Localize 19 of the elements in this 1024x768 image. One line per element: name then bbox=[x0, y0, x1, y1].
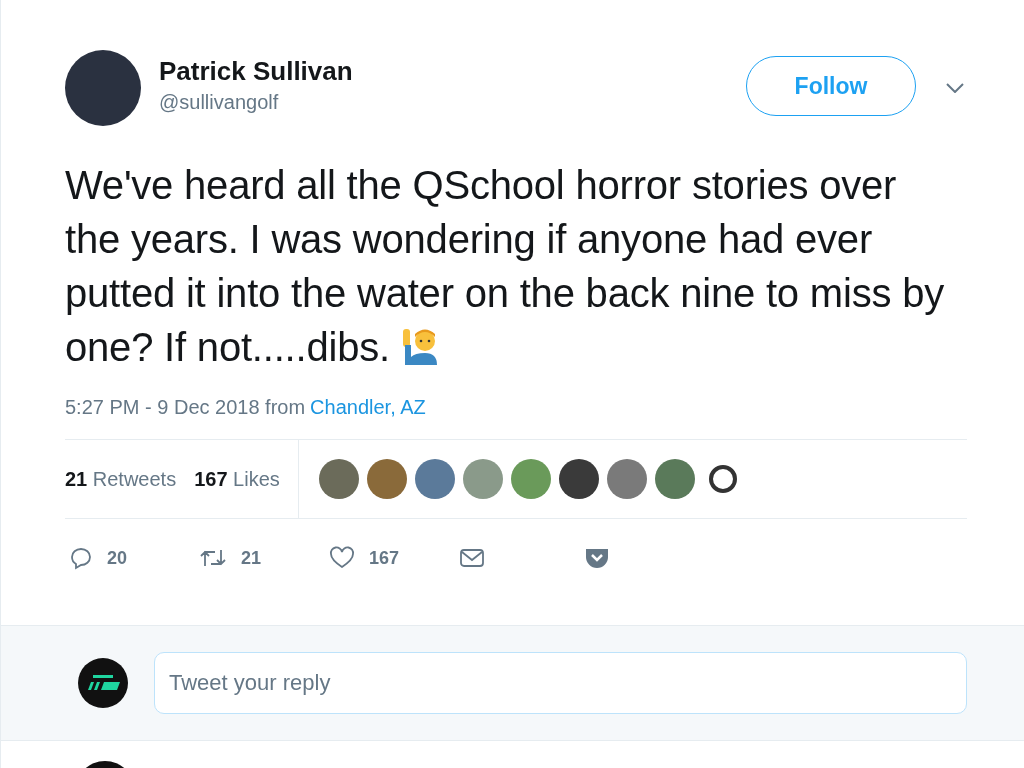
author-name[interactable]: Patrick Sullivan bbox=[159, 56, 746, 87]
speech-bubble-icon[interactable] bbox=[69, 546, 93, 570]
stat-link[interactable]: 167 Likes bbox=[194, 467, 280, 491]
tweet-text: We've heard all the QSchool horror stories over the years. I was wondering if anyone had ever putted it into the water on the back nine to miss by one? If not.....dibs. bbox=[65, 162, 945, 371]
author-handle[interactable]: @sullivangolf bbox=[159, 91, 746, 114]
action-count: 167 bbox=[369, 547, 400, 569]
reply-input-field[interactable]: Tweet your reply bbox=[154, 652, 967, 714]
chevron-down-icon[interactable] bbox=[946, 83, 964, 93]
liker-avatar-photo-placeholder[interactable] bbox=[708, 465, 737, 493]
liker-avatar-photo-placeholder[interactable] bbox=[318, 459, 359, 499]
action-count: 20 bbox=[107, 547, 128, 569]
logo-avatar-icon bbox=[78, 658, 128, 708]
heart-icon[interactable] bbox=[329, 546, 355, 570]
pocket-icon[interactable] bbox=[584, 546, 610, 570]
envelope-icon[interactable] bbox=[459, 547, 485, 569]
stat-link[interactable]: 21 Retweets bbox=[65, 467, 177, 491]
liker-avatar-photo-placeholder[interactable] bbox=[558, 459, 599, 499]
action-count: 21 bbox=[241, 547, 262, 569]
timestamp: 5:27 PM - 9 Dec 2018 from bbox=[65, 396, 306, 418]
